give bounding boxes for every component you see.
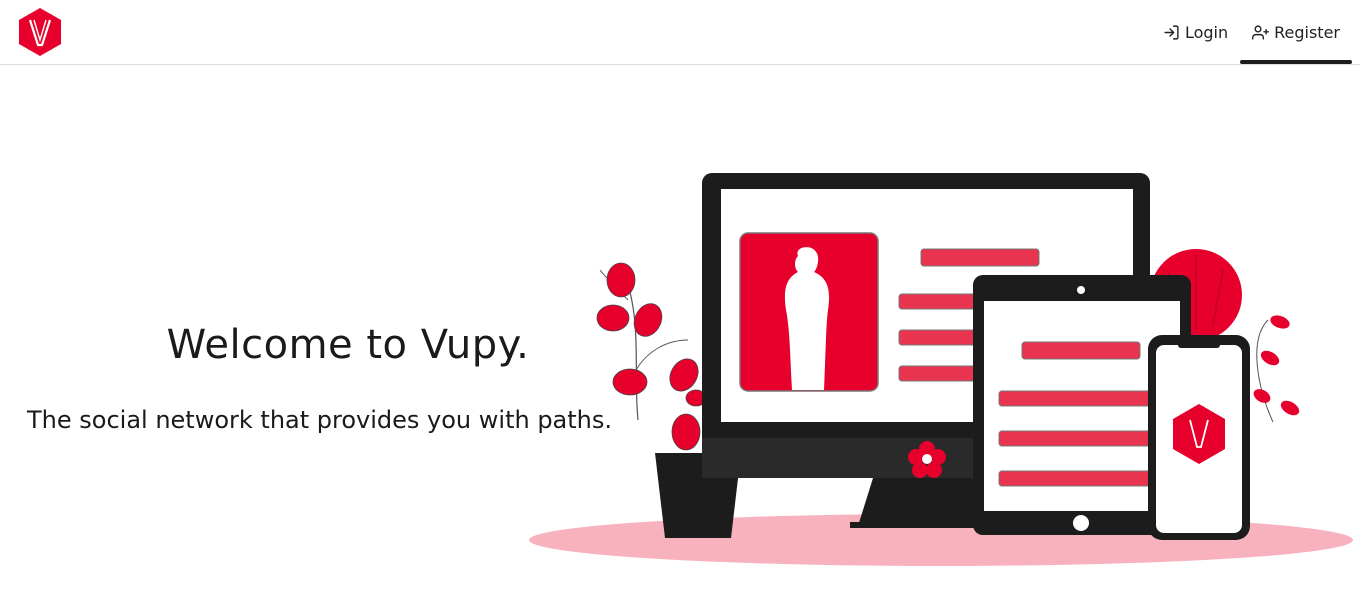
login-link[interactable]: Login — [1151, 0, 1240, 64]
vupy-logo-icon[interactable] — [18, 7, 62, 57]
top-navbar: Login Register — [0, 0, 1360, 65]
login-icon — [1164, 24, 1179, 40]
register-label: Register — [1274, 22, 1340, 42]
plant-left — [596, 262, 707, 451]
auth-nav: Login Register — [1151, 0, 1352, 64]
login-label: Login — [1184, 22, 1229, 42]
register-link[interactable]: Register — [1240, 0, 1352, 64]
devices-illustration — [529, 173, 1353, 566]
phone-device — [1148, 335, 1250, 540]
user-plus-icon — [1252, 24, 1270, 40]
